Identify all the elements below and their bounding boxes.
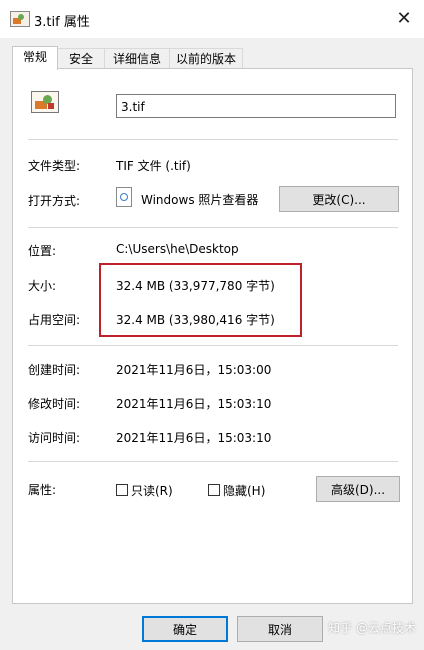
image-file-icon [10, 11, 30, 27]
tab-previous-versions[interactable]: 以前的版本 [169, 48, 243, 69]
watermark: 知乎 @云点技术 [328, 621, 416, 635]
hidden-label[interactable]: 隐藏(H) [223, 482, 265, 499]
created-value: 2021年11月6日，15:03:00 [116, 363, 272, 377]
accessed-label: 访问时间: [28, 431, 81, 445]
hidden-checkbox[interactable] [208, 484, 220, 496]
divider [28, 461, 398, 462]
window-title: 3.tif 属性 [34, 15, 90, 30]
location-value: C:\Users\he\Desktop [116, 242, 239, 256]
file-type-value: TIF 文件 (.tif) [116, 159, 191, 173]
divider [28, 227, 398, 228]
divider [28, 139, 398, 140]
ok-button[interactable]: 确定 [142, 616, 228, 642]
open-with-label: 打开方式: [28, 194, 81, 208]
modified-label: 修改时间: [28, 397, 81, 411]
divider [28, 345, 398, 346]
highlight-annotation [99, 263, 302, 337]
created-label: 创建时间: [28, 363, 81, 377]
cancel-button[interactable]: 取消 [237, 616, 323, 642]
tab-security[interactable]: 安全 [57, 48, 105, 69]
size-label: 大小: [28, 279, 57, 293]
disk-size-label: 占用空间: [28, 313, 81, 327]
tab-general[interactable]: 常规 [12, 46, 58, 70]
accessed-value: 2021年11月6日，15:03:10 [116, 431, 272, 445]
close-icon[interactable]: ✕ [384, 0, 424, 38]
general-panel: 3.tif 文件类型: TIF 文件 (.tif) 打开方式: Windows … [12, 68, 413, 604]
photo-viewer-icon [116, 187, 132, 207]
readonly-checkbox[interactable] [116, 484, 128, 496]
file-name-input[interactable]: 3.tif [116, 94, 396, 118]
modified-value: 2021年11月6日，15:03:10 [116, 397, 272, 411]
attributes-label: 属性: [28, 483, 57, 497]
open-with-value: Windows 照片查看器 [141, 193, 259, 207]
change-button[interactable]: 更改(C)... [279, 186, 399, 212]
title-bar: 3.tif 属性 ✕ [0, 0, 424, 38]
location-label: 位置: [28, 244, 57, 258]
file-type-label: 文件类型: [28, 159, 81, 173]
tab-details[interactable]: 详细信息 [104, 48, 170, 69]
readonly-label[interactable]: 只读(R) [131, 482, 173, 499]
advanced-button[interactable]: 高级(D)... [316, 476, 400, 502]
tif-file-icon [31, 91, 59, 113]
